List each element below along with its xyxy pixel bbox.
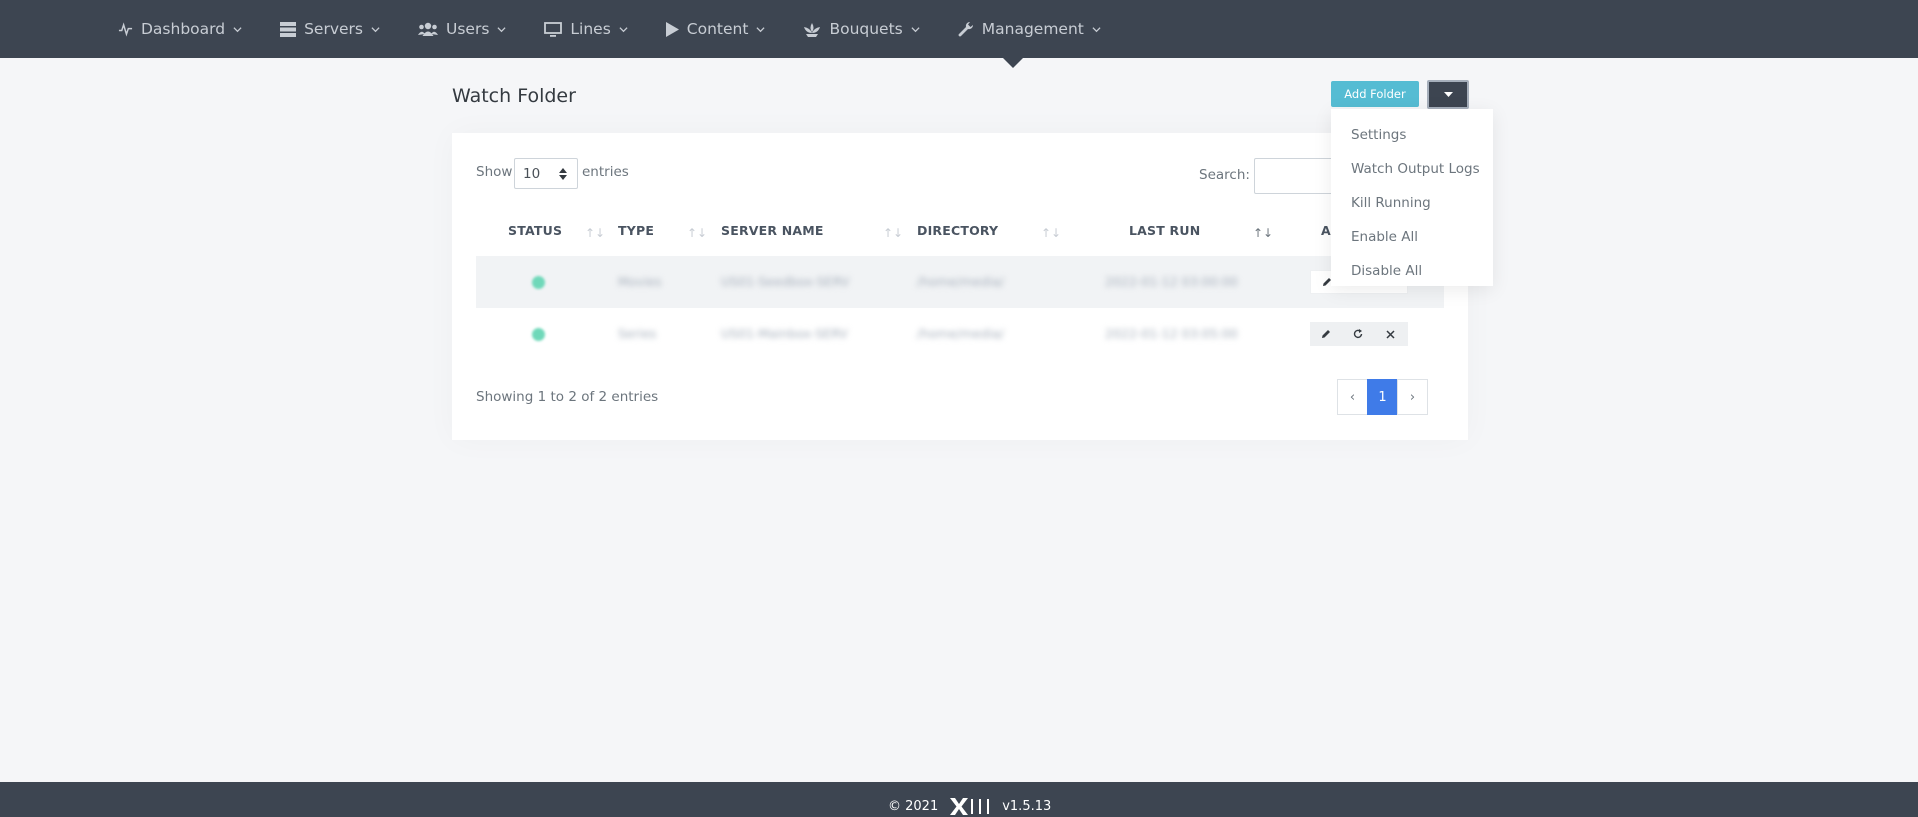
status-indicator — [532, 328, 545, 341]
edit-button[interactable] — [1310, 322, 1342, 346]
column-header-directory[interactable]: DIRECTORY — [917, 223, 998, 238]
page-length-select[interactable]: 10 — [514, 158, 578, 189]
cell-type: Movies — [618, 274, 662, 289]
cell-type: Series — [618, 326, 657, 341]
nav-item-bouquets[interactable]: Bouquets — [803, 20, 920, 38]
more-options-dropdown-toggle[interactable] — [1427, 80, 1469, 109]
nav-item-lines[interactable]: Lines — [544, 20, 628, 38]
nav-item-users[interactable]: Users — [418, 20, 506, 38]
users-icon — [418, 22, 438, 36]
table-row: Series US01-Mainbox-SERV /home/media/ 20… — [476, 308, 1444, 360]
chevron-down-icon — [756, 26, 765, 32]
chevron-down-icon — [1092, 26, 1101, 32]
chevron-down-icon — [497, 26, 506, 32]
status-indicator — [532, 276, 545, 289]
entries-label: entries — [582, 164, 629, 180]
pencil-icon — [1322, 330, 1330, 338]
table-info: Showing 1 to 2 of 2 entries — [476, 389, 659, 405]
cell-last-run: 2022-01-12 03:00:00 — [1105, 274, 1238, 289]
chevron-down-icon — [233, 26, 242, 32]
restart-button[interactable] — [1342, 322, 1374, 346]
sort-icon[interactable]: ↑↓ — [687, 226, 707, 240]
version-text: v1.5.13 — [1002, 799, 1052, 814]
page-title: Watch Folder — [452, 85, 576, 107]
cell-server-name: US01-Mainbox-SERV — [721, 326, 848, 341]
monitor-icon — [544, 21, 563, 37]
menu-item-enable-all[interactable]: Enable All — [1331, 220, 1493, 254]
nav-menu: Dashboard Servers Users Lines Content Bo… — [118, 0, 1139, 58]
refresh-icon — [1353, 329, 1363, 338]
row-actions — [1310, 322, 1408, 346]
top-navbar: Dashboard Servers Users Lines Content Bo… — [0, 0, 1918, 58]
nav-item-servers[interactable]: Servers — [280, 20, 380, 38]
sort-desc-icon[interactable]: ↑↓ — [1253, 226, 1273, 240]
footer: © 2021 v1.5.13 — [0, 782, 1918, 817]
show-label: Show — [476, 164, 513, 180]
sort-icon[interactable]: ↑↓ — [585, 226, 605, 240]
menu-item-kill-running[interactable]: Kill Running — [1331, 186, 1493, 220]
nav-item-label: Management — [981, 20, 1084, 38]
bouquet-icon — [804, 22, 821, 37]
menu-item-disable-all[interactable]: Disable All — [1331, 254, 1493, 288]
search-label: Search: — [1199, 167, 1250, 183]
column-header-actions: A — [1321, 223, 1331, 238]
cell-directory: /home/media/ — [917, 274, 1005, 289]
nav-item-label: Servers — [304, 20, 363, 38]
column-header-server-name[interactable]: SERVER NAME — [721, 223, 824, 238]
close-icon — [1385, 329, 1395, 339]
next-page-button[interactable]: › — [1397, 379, 1428, 415]
nav-item-content[interactable]: Content — [665, 20, 766, 38]
menu-item-watch-output-logs[interactable]: Watch Output Logs — [1331, 152, 1493, 186]
pagination: ‹ 1 › — [1337, 379, 1428, 415]
nav-item-dashboard[interactable]: Dashboard — [118, 20, 242, 38]
footer-content: © 2021 v1.5.13 — [888, 798, 1051, 815]
chevron-down-icon — [911, 26, 920, 32]
page-button-1[interactable]: 1 — [1367, 379, 1398, 415]
nav-item-management[interactable]: Management — [958, 20, 1101, 38]
nav-item-label: Content — [686, 20, 749, 38]
cell-directory: /home/media/ — [917, 326, 1005, 341]
chevron-down-icon — [619, 26, 628, 32]
sort-icon[interactable]: ↑↓ — [883, 226, 903, 240]
column-header-type[interactable]: TYPE — [618, 223, 654, 238]
active-nav-indicator — [1003, 58, 1023, 68]
server-icon — [280, 21, 297, 37]
prev-page-button[interactable]: ‹ — [1337, 379, 1368, 415]
add-folder-button[interactable]: Add Folder — [1331, 81, 1419, 107]
caret-down-icon — [1443, 91, 1453, 97]
watch-folder-card: Show 10 entries Search: STATUS ↑↓ TYPE ↑… — [452, 133, 1468, 440]
wrench-icon — [958, 21, 973, 37]
cell-last-run: 2022-01-12 03:05:00 — [1105, 326, 1238, 341]
cell-server-name: US01-Seedbox-SERV — [721, 274, 850, 289]
nav-item-label: Bouquets — [829, 20, 903, 38]
column-header-last-run[interactable]: LAST RUN — [1129, 223, 1200, 238]
nav-item-label: Dashboard — [141, 20, 226, 38]
brand-logo-icon — [950, 798, 990, 815]
menu-item-settings[interactable]: Settings — [1331, 118, 1493, 152]
nav-item-label: Users — [446, 20, 490, 38]
page-length-value: 10 — [523, 165, 541, 182]
sort-icon[interactable]: ↑↓ — [1041, 226, 1061, 240]
nav-item-label: Lines — [570, 20, 611, 38]
delete-button[interactable] — [1374, 322, 1406, 346]
options-dropdown-menu: Settings Watch Output Logs Kill Running … — [1331, 109, 1493, 286]
table-row: Movies US01-Seedbox-SERV /home/media/ 20… — [476, 256, 1444, 308]
play-icon — [665, 21, 679, 37]
column-header-status[interactable]: STATUS — [508, 223, 562, 238]
chevron-down-icon — [371, 26, 380, 32]
select-arrows-icon — [559, 168, 567, 180]
activity-icon — [118, 21, 133, 37]
copyright-text: © 2021 — [888, 799, 939, 814]
